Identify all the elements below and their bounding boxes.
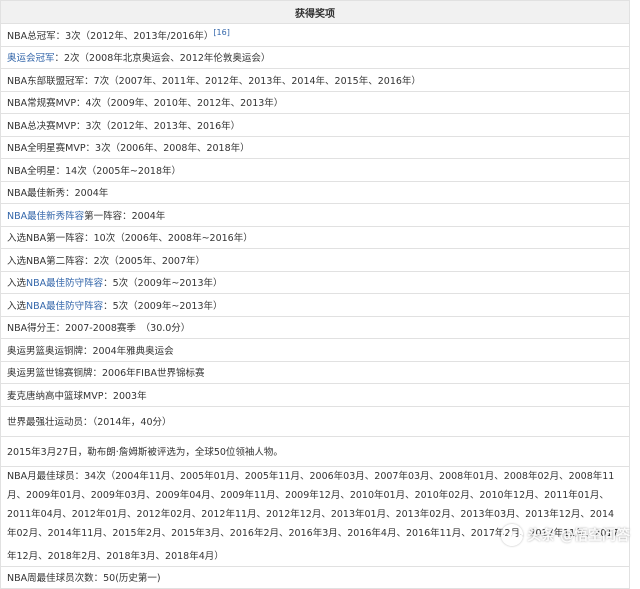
- award-row: 世界最强壮运动员：（2014年，40分）: [0, 405, 630, 437]
- award-row: NBA周最佳球员次数：50(历史第一): [0, 565, 630, 589]
- award-cell: 2015年3月27日，勒布朗·詹姆斯被评选为，全球50位领袖人物。: [0, 435, 630, 467]
- award-link[interactable]: NBA最佳新秀阵容: [7, 211, 84, 222]
- award-row: 2015年3月27日，勒布朗·詹姆斯被评选为，全球50位领袖人物。: [0, 435, 630, 467]
- award-text: 奥运男篮奥运铜牌：2004年雅典奥运会: [7, 345, 174, 357]
- award-text-suffix: ：5次（2009年~2013年）: [103, 300, 223, 312]
- award-text: 麦克唐纳高中篮球MVP：2003年: [7, 390, 147, 402]
- award-row: NBA东部联盟冠军：7次（2007年、2011年、2012年、2013年、201…: [0, 68, 630, 92]
- award-cell: 奥运男篮奥运铜牌：2004年雅典奥运会: [0, 338, 630, 362]
- award-text: NBA最佳新秀：2004年: [7, 188, 109, 200]
- award-link[interactable]: NBA最佳防守阵容: [26, 301, 103, 312]
- award-text: 入选NBA第一阵容：10次（2006年、2008年~2016年）: [7, 233, 253, 245]
- award-cell: NBA全明星赛MVP：3次（2006年、2008年、2018年）: [0, 135, 630, 159]
- award-row: NBA总决赛MVP：3次（2012年、2013年、2016年）: [0, 113, 630, 137]
- award-text-suffix: ：2次（2008年北京奥运会、2012年伦敦奥运会）: [54, 53, 271, 65]
- award-cell: 入选NBA最佳防守阵容：5次（2009年~2013年）: [0, 270, 630, 294]
- award-row: NBA得分王：2007-2008赛季 （30.0分）: [0, 315, 630, 339]
- award-row: 奥运男篮世锦赛铜牌：2006年FIBA世界锦标赛: [0, 360, 630, 384]
- award-cell: NBA最佳新秀：2004年: [0, 180, 630, 204]
- award-text: 入选: [7, 278, 27, 290]
- award-text-suffix: ：5次（2009年~2013年）: [103, 278, 223, 290]
- award-cell: NBA月最佳球员：34次（2004年11月、2005年01月、2005年11月、…: [0, 465, 630, 567]
- award-row: NBA总冠军：3次（2012年、2013年/2016年）[16]: [0, 23, 630, 47]
- awards-header: 获得奖项: [0, 0, 630, 24]
- award-row: 入选NBA第二阵容：2次（2005年、2007年）: [0, 248, 630, 272]
- award-cell: 入选NBA第一阵容：10次（2006年、2008年~2016年）: [0, 225, 630, 249]
- award-row: NBA最佳新秀：2004年: [0, 180, 630, 204]
- award-text: 入选: [7, 300, 27, 312]
- award-cell: 奥运会冠军：2次（2008年北京奥运会、2012年伦敦奥运会）: [0, 45, 630, 69]
- award-cell: NBA周最佳球员次数：50(历史第一): [0, 565, 630, 589]
- award-text: NBA总冠军：3次（2012年、2013年/2016年）: [7, 30, 214, 42]
- award-text: 2015年3月27日，勒布朗·詹姆斯被评选为，全球50位领袖人物。: [7, 447, 283, 458]
- award-text: NBA月最佳球员：34次（2004年11月、2005年01月、2005年11月、…: [7, 470, 619, 562]
- wukong-logo-icon: [501, 524, 524, 546]
- award-cell: NBA总冠军：3次（2012年、2013年/2016年）[16]: [0, 23, 630, 47]
- award-cell: 麦克唐纳高中篮球MVP：2003年: [0, 383, 630, 407]
- watermark: 头条 @悟空问答: [501, 524, 630, 546]
- award-text: 世界最强壮运动员：（2014年，40分）: [7, 417, 172, 428]
- award-cell: NBA东部联盟冠军：7次（2007年、2011年、2012年、2013年、201…: [0, 68, 630, 92]
- award-row: 奥运会冠军：2次（2008年北京奥运会、2012年伦敦奥运会）: [0, 45, 630, 69]
- award-row: 入选NBA第一阵容：10次（2006年、2008年~2016年）: [0, 225, 630, 249]
- award-row: 麦克唐纳高中篮球MVP：2003年: [0, 383, 630, 407]
- award-cell: NBA得分王：2007-2008赛季 （30.0分）: [0, 315, 630, 339]
- awards-table: 获得奖项 NBA总冠军：3次（2012年、2013年/2016年）[16] 奥运会…: [0, 0, 630, 589]
- awards-page: 获得奖项 NBA总冠军：3次（2012年、2013年/2016年）[16] 奥运会…: [0, 0, 640, 589]
- award-text: NBA全明星：14次（2005年~2018年）: [7, 165, 182, 177]
- award-text: NBA周最佳球员次数：50(历史第一): [7, 573, 161, 585]
- award-cell: NBA最佳新秀阵容第一阵容：2004年: [0, 203, 630, 227]
- award-text: 入选NBA第二阵容：2次（2005年、2007年）: [7, 255, 206, 267]
- award-row: 奥运男篮奥运铜牌：2004年雅典奥运会: [0, 338, 630, 362]
- award-row: 入选NBA最佳防守阵容：5次（2009年~2013年）: [0, 293, 630, 317]
- award-cell: 入选NBA最佳防守阵容：5次（2009年~2013年）: [0, 293, 630, 317]
- award-row: NBA全明星赛MVP：3次（2006年、2008年、2018年）: [0, 135, 630, 159]
- header-row: 获得奖项: [0, 0, 630, 24]
- award-cell: 奥运男篮世锦赛铜牌：2006年FIBA世界锦标赛: [0, 360, 630, 384]
- award-text: NBA常规赛MVP：4次（2009年、2010年、2012年、2013年）: [7, 98, 284, 110]
- award-row: NBA月最佳球员：34次（2004年11月、2005年01月、2005年11月、…: [0, 465, 630, 567]
- award-text: NBA全明星赛MVP：3次（2006年、2008年、2018年）: [7, 143, 250, 155]
- awards-body: NBA总冠军：3次（2012年、2013年/2016年）[16] 奥运会冠军：2次…: [0, 23, 630, 589]
- award-row: NBA最佳新秀阵容第一阵容：2004年: [0, 203, 630, 227]
- award-row: 入选NBA最佳防守阵容：5次（2009年~2013年）: [0, 270, 630, 294]
- award-text: NBA总决赛MVP：3次（2012年、2013年、2016年）: [7, 120, 241, 132]
- award-text: 奥运男篮世锦赛铜牌：2006年FIBA世界锦标赛: [7, 368, 205, 380]
- award-cell: NBA总决赛MVP：3次（2012年、2013年、2016年）: [0, 113, 630, 137]
- award-link[interactable]: 奥运会冠军: [7, 53, 55, 64]
- award-cell: 入选NBA第二阵容：2次（2005年、2007年）: [0, 248, 630, 272]
- award-cell: NBA全明星：14次（2005年~2018年）: [0, 158, 630, 182]
- award-row: NBA常规赛MVP：4次（2009年、2010年、2012年、2013年）: [0, 90, 630, 114]
- award-text-suffix: 第一阵容：2004年: [84, 210, 166, 222]
- award-cell: 世界最强壮运动员：（2014年，40分）: [0, 405, 630, 437]
- award-cell: NBA常规赛MVP：4次（2009年、2010年、2012年、2013年）: [0, 90, 630, 114]
- award-text: NBA东部联盟冠军：7次（2007年、2011年、2012年、2013年、201…: [7, 75, 421, 87]
- award-link[interactable]: NBA最佳防守阵容: [26, 278, 103, 289]
- award-text: NBA得分王：2007-2008赛季 （30.0分）: [7, 323, 191, 335]
- watermark-text: 头条 @悟空问答: [527, 528, 630, 544]
- citation-link[interactable]: [16]: [213, 28, 229, 37]
- award-row: NBA全明星：14次（2005年~2018年）: [0, 158, 630, 182]
